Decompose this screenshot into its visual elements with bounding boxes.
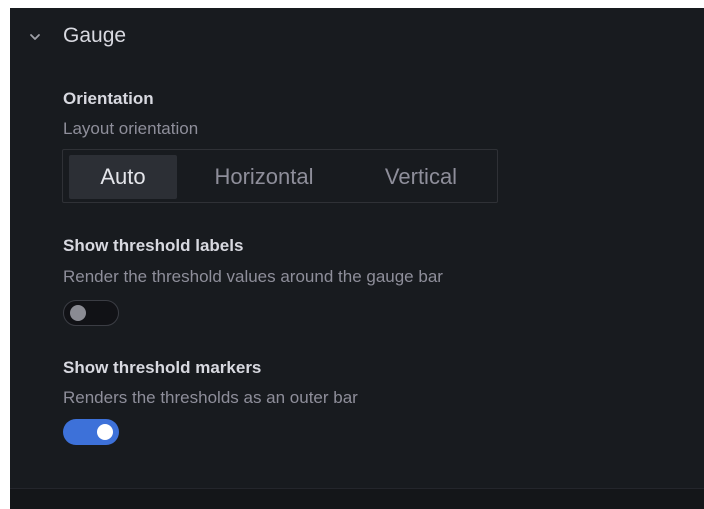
orientation-option-horizontal[interactable]: Horizontal xyxy=(181,155,347,199)
next-section-divider xyxy=(10,488,704,509)
threshold-markers-label: Show threshold markers xyxy=(63,358,262,377)
threshold-markers-switch[interactable] xyxy=(63,419,119,445)
orientation-option-auto[interactable]: Auto xyxy=(69,155,177,199)
options-panel: Gauge Orientation Layout orientation Aut… xyxy=(10,8,704,490)
threshold-labels-description: Render the threshold values around the g… xyxy=(63,267,443,286)
orientation-option-vertical[interactable]: Vertical xyxy=(353,155,489,199)
gauge-section-header[interactable]: Gauge xyxy=(10,8,704,66)
orientation-radio-group: Auto Horizontal Vertical xyxy=(62,149,498,203)
chevron-down-icon xyxy=(30,34,40,40)
orientation-description: Layout orientation xyxy=(63,119,199,138)
threshold-labels-switch[interactable] xyxy=(63,300,119,326)
threshold-markers-description: Renders the thresholds as an outer bar xyxy=(63,388,358,407)
switch-knob xyxy=(70,305,86,321)
section-title: Gauge xyxy=(63,24,127,47)
threshold-labels-label: Show threshold labels xyxy=(63,236,244,255)
orientation-label: Orientation xyxy=(63,89,154,108)
switch-knob xyxy=(97,424,113,440)
